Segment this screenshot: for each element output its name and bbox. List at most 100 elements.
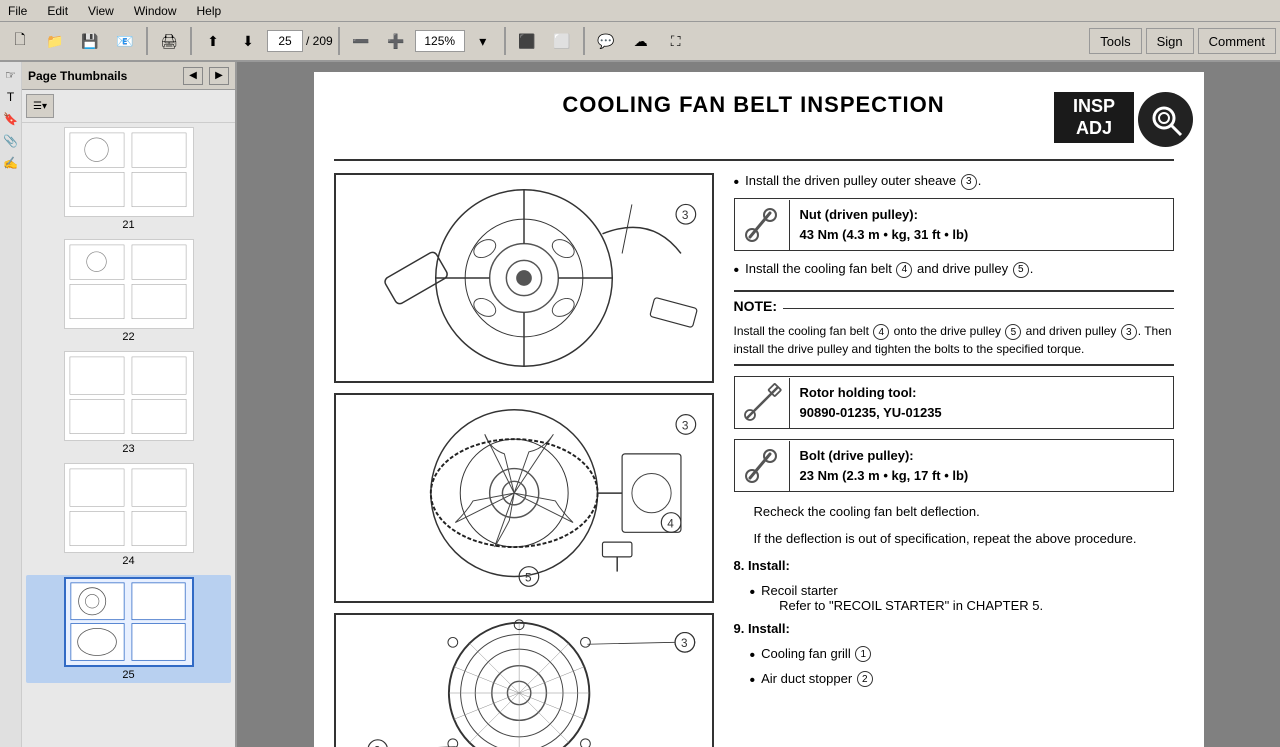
spec3-value: 23 Nm (2.3 m • kg, 17 ft • lb) [800, 466, 969, 486]
zoom-out-button[interactable]: ➖ [345, 26, 377, 56]
recheck-text-1: Recheck the cooling fan belt deflection. [734, 502, 1174, 523]
thumbnail-page-22[interactable]: 22 [26, 239, 231, 343]
sidebar: Page Thumbnails ◀ ▶ ☰▾ [22, 62, 237, 747]
doc-area[interactable]: COOLING FAN BELT INSPECTION INSP ADJ [237, 62, 1280, 747]
bolt-icon [742, 446, 782, 486]
wrench-icon [742, 205, 782, 245]
header-icons: INSP ADJ [1074, 92, 1174, 147]
sep2 [190, 27, 192, 55]
menu-window[interactable]: Window [130, 2, 181, 20]
spec-icon-wrench [735, 200, 790, 250]
comment-button[interactable]: Comment [1198, 28, 1276, 54]
note-text: Install the cooling fan belt 4 onto the … [734, 322, 1174, 358]
diagram-recoil-starter: 1 2 [334, 613, 714, 747]
bullet-install-belt: • Install the cooling fan belt 4 and dri… [734, 261, 1174, 280]
thumbnail-page-21[interactable]: 21 [26, 127, 231, 231]
signature-icon[interactable]: ✍ [2, 154, 20, 172]
open-button[interactable]: 📁 [39, 26, 71, 56]
fit-page-button[interactable]: ⬛ [511, 26, 543, 56]
thumb-img-24 [64, 463, 194, 553]
menu-file[interactable]: File [4, 2, 31, 20]
sep1 [146, 27, 148, 55]
thumb-label-21: 21 [122, 219, 134, 231]
full-screen-button[interactable]: ⛶ [660, 26, 692, 56]
insp-adj-badge: INSP ADJ [1054, 92, 1134, 143]
tools-button[interactable]: Tools [1089, 28, 1141, 54]
right-column: • Install the driven pulley outer sheave… [734, 173, 1174, 747]
left-column: 3 3 [334, 173, 714, 747]
thumb-img-25 [64, 577, 194, 667]
circled-num-4: 4 [896, 262, 912, 278]
sep4 [504, 27, 506, 55]
fit-width-button[interactable]: ⬜ [546, 26, 578, 56]
diagram-belt-install: 3 4 5 [334, 393, 714, 603]
page-nav: / 209 [267, 30, 333, 52]
thumb-label-22: 22 [122, 331, 134, 343]
thumb-img-22 [64, 239, 194, 329]
circled-num-1: 1 [855, 646, 871, 662]
menu-view[interactable]: View [84, 2, 118, 20]
thumbnail-page-23[interactable]: 23 [26, 351, 231, 455]
bullet-install-driven-pulley: • Install the driven pulley outer sheave… [734, 173, 1174, 192]
menu-help[interactable]: Help [193, 2, 226, 20]
thumbnail-page-25[interactable]: 25 [26, 575, 231, 683]
sidebar-tools: ☰▾ [22, 90, 235, 123]
svg-text:3: 3 [680, 637, 687, 650]
bookmark-icon[interactable]: 🔖 [2, 110, 20, 128]
toolbar: 🗋 📁 💾 📧 🖨 ⬆ ⬇ / 209 ➖ ➕ ▾ ⬛ ⬜ 💬 ☁ ⛶ Tool… [0, 22, 1280, 62]
left-icons: ☞ T 🔖 📎 ✍ [0, 62, 22, 747]
zoom-area: ▾ [415, 26, 499, 56]
step9-items: • Cooling fan grill 1 • Air duct stopper… [734, 646, 1174, 690]
sign-button[interactable]: Sign [1146, 28, 1194, 54]
save-button[interactable]: 💾 [74, 26, 106, 56]
page-input[interactable] [267, 30, 303, 52]
print-button[interactable]: 🖨 [153, 26, 185, 56]
prev-page-button[interactable]: ⬆ [197, 26, 229, 56]
new-button[interactable]: 🗋 [4, 26, 36, 56]
menu-edit[interactable]: Edit [43, 2, 72, 20]
menu-bar: File Edit View Window Help [0, 0, 1280, 22]
zoom-in-button[interactable]: ➕ [380, 26, 412, 56]
bullet1-text: Install the driven pulley outer sheave [745, 173, 956, 188]
spec1-label: Nut (driven pulley): [800, 205, 969, 225]
diagram1-svg: 3 3 [336, 175, 712, 381]
thumb-label-24: 24 [122, 555, 134, 567]
step9-item-fan-grill: • Cooling fan grill 1 [750, 646, 1174, 665]
attachment-icon[interactable]: 📎 [2, 132, 20, 150]
diagram3-svg: 1 2 [336, 615, 712, 747]
spec-text-rotor: Rotor holding tool: 90890-01235, YU-0123… [790, 377, 952, 428]
thumb-label-25: 25 [122, 669, 134, 681]
sep3 [338, 27, 340, 55]
spec2-label: Rotor holding tool: [800, 383, 942, 403]
sidebar-next-btn[interactable]: ▶ [209, 67, 229, 85]
sidebar-title: Page Thumbnails [28, 69, 177, 83]
svg-text:5: 5 [524, 571, 531, 584]
spec-box-rotor: Rotor holding tool: 90890-01235, YU-0123… [734, 376, 1174, 429]
recoil-starter-text: Recoil starter [761, 583, 838, 598]
page-content: COOLING FAN BELT INSPECTION INSP ADJ [314, 72, 1204, 747]
step9-item-air-duct: • Air duct stopper 2 [750, 671, 1174, 690]
comment-balloon-button[interactable]: 💬 [590, 26, 622, 56]
spec-box-nut: Nut (driven pulley): 43 Nm (4.3 m • kg, … [734, 198, 1174, 251]
next-page-button[interactable]: ⬇ [232, 26, 264, 56]
spec3-label: Bolt (drive pulley): [800, 446, 969, 466]
zoom-input[interactable] [415, 30, 465, 52]
circled-num-2: 2 [857, 671, 873, 687]
sep5 [583, 27, 585, 55]
spec-icon-bolt [735, 441, 790, 491]
sidebar-menu-btn[interactable]: ☰▾ [26, 94, 54, 118]
sidebar-header: Page Thumbnails ◀ ▶ [22, 62, 235, 90]
step9-header: 9. Install: [734, 619, 1174, 640]
thumb-label-23: 23 [122, 443, 134, 455]
spec2-value: 90890-01235, YU-01235 [800, 403, 942, 423]
hand-tool-icon[interactable]: ☞ [2, 66, 20, 84]
zoom-dropdown-button[interactable]: ▾ [467, 26, 499, 56]
text-select-icon[interactable]: T [2, 88, 20, 106]
note-label: NOTE: [734, 298, 778, 314]
spec-box-bolt: Bolt (drive pulley): 23 Nm (2.3 m • kg, … [734, 439, 1174, 492]
thumbnail-page-24[interactable]: 24 [26, 463, 231, 567]
email-button[interactable]: 📧 [109, 26, 141, 56]
sidebar-prev-btn[interactable]: ◀ [183, 67, 203, 85]
svg-text:4: 4 [667, 517, 674, 530]
cloud-button[interactable]: ☁ [625, 26, 657, 56]
